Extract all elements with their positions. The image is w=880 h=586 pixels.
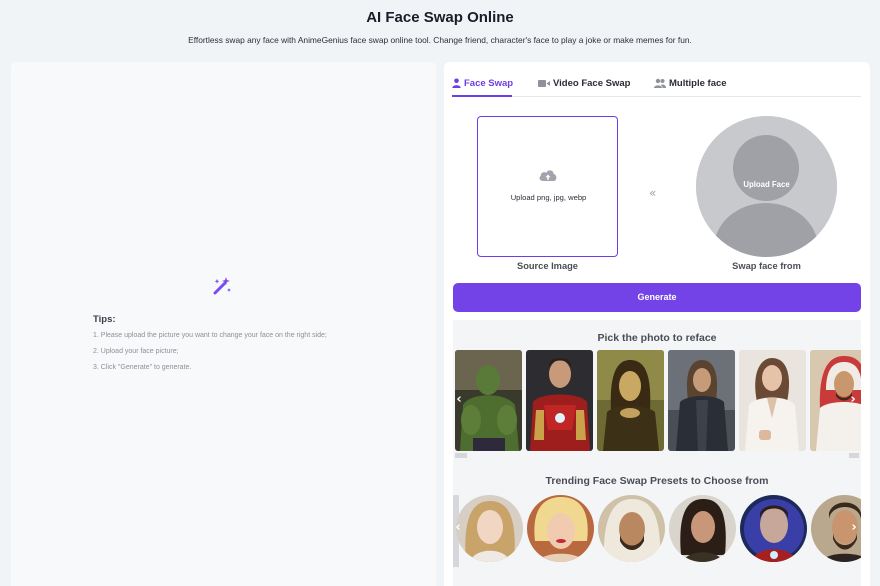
active-tab-indicator <box>452 95 512 97</box>
preset-face-marilyn[interactable] <box>527 495 594 562</box>
tips-title: Tips: <box>93 314 116 325</box>
tab-face-swap[interactable]: Face Swap <box>452 76 513 90</box>
carousel-scroll-thumb[interactable] <box>455 453 467 458</box>
result-preview-panel: Tips: 1. Please upload the picture you w… <box>11 62 436 586</box>
tip-item: 3. Click "Generate" to generate. <box>93 364 192 371</box>
faces-next-button[interactable]: › <box>847 518 861 538</box>
carousel-prev-button[interactable]: ‹ <box>453 390 466 410</box>
carousel-scroll-end <box>849 453 859 458</box>
tab-label: Video Face Swap <box>553 77 631 89</box>
preset-photo-woman-white-suit[interactable] <box>739 350 806 451</box>
magic-wand-icon <box>213 277 231 295</box>
preset-photo-hooded-man[interactable] <box>668 350 735 451</box>
tab-label: Multiple face <box>669 77 727 89</box>
upload-hint: Upload png, jpg, webp <box>510 193 587 202</box>
swap-face-label: Swap face from <box>732 261 801 271</box>
pick-photo-title: Pick the photo to reface <box>597 332 717 344</box>
upload-face-text: Upload Face <box>743 180 790 189</box>
mode-tabs: Face Swap Video Face Swap Multiple face <box>452 62 861 97</box>
face-upload[interactable]: Upload Face <box>696 116 837 257</box>
tip-item: 2. Upload your face picture; <box>93 348 179 355</box>
users-icon <box>654 78 666 88</box>
generate-button[interactable]: Generate <box>453 283 861 312</box>
preset-face-blonde-woman[interactable] <box>456 495 523 562</box>
presets-section: Pick the photo to reface ‹ › Trending Fa… <box>453 320 861 586</box>
preset-face-long-hair-man[interactable] <box>669 495 736 562</box>
carousel-next-button[interactable]: › <box>846 390 860 410</box>
cloud-upload-icon <box>539 170 557 181</box>
faces-prev-button[interactable]: ‹ <box>453 518 465 538</box>
face-swap-panel: Face Swap Video Face Swap Multiple face … <box>444 62 870 586</box>
photo-carousel: ‹ › <box>453 350 861 453</box>
user-icon <box>452 78 461 88</box>
source-image-label: Source Image <box>517 261 578 271</box>
source-image-upload[interactable]: Upload png, jpg, webp <box>477 116 618 257</box>
tab-label: Face Swap <box>464 77 514 89</box>
page-subtitle: Effortless swap any face with AnimeGeniu… <box>188 35 692 45</box>
tip-item: 1. Please upload the picture you want to… <box>93 332 327 339</box>
preset-face-arab-man[interactable] <box>598 495 665 562</box>
preset-photo-iron-man[interactable] <box>526 350 593 451</box>
tips-section: Tips: 1. Please upload the picture you w… <box>93 314 423 380</box>
tab-multiple-face[interactable]: Multiple face <box>654 76 727 90</box>
tab-video-face-swap[interactable]: Video Face Swap <box>538 76 630 90</box>
page-title: AI Face Swap Online <box>366 9 514 26</box>
trending-presets-title: Trending Face Swap Presets to Choose fro… <box>545 475 769 487</box>
face-preset-carousel: ‹ › <box>453 495 861 567</box>
video-icon <box>538 79 550 87</box>
swap-direction-icon: « <box>649 186 657 200</box>
preset-face-iron-man[interactable] <box>740 495 807 562</box>
preset-photo-mona-lisa[interactable] <box>597 350 664 451</box>
